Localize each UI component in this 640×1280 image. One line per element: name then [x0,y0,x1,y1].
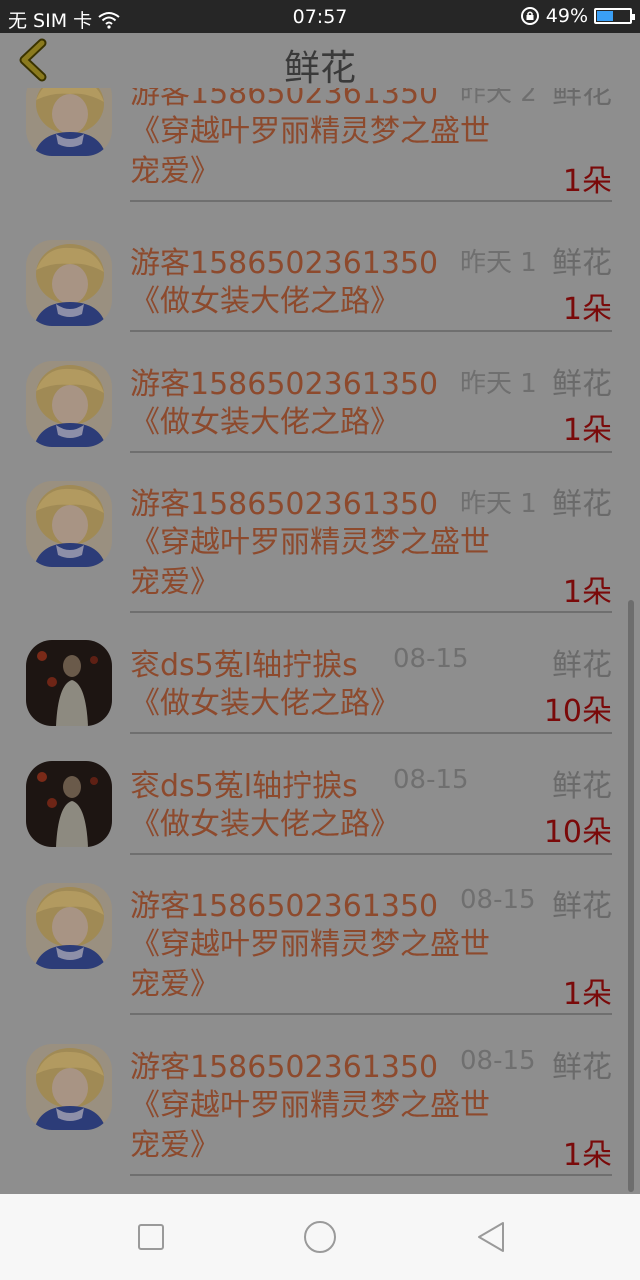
timestamp: 08-15 [393,644,469,674]
rotation-lock-icon [520,7,539,25]
gift-type: 鲜花 [552,246,612,281]
user-name: 游客1586502361350 [130,889,439,924]
divider [130,732,612,734]
divider [130,451,612,453]
flower-count: 10朵 [543,815,612,850]
triangle-back-icon[interactable] [469,1214,515,1260]
user-name: 衮ds5菟l轴拧捩s [130,648,358,683]
flower-count: 1朵 [562,977,612,1012]
divider [130,1174,612,1176]
user-name: 游客1586502361350 [130,487,439,522]
gift-type: 鲜花 [552,88,612,111]
book-title[interactable]: 《穿越叶罗丽精灵梦之盛世 宠爱》 [130,112,550,192]
book-title[interactable]: 《做女装大佬之路》 [130,403,550,443]
book-title[interactable]: 《穿越叶罗丽精灵梦之盛世 宠爱》 [130,523,550,603]
timestamp: 昨天 1 [460,369,537,399]
divider [130,1013,612,1015]
gift-type: 鲜花 [552,367,612,402]
timestamp: 08-15 [460,885,536,915]
flower-count: 1朵 [562,575,612,610]
flower-count: 1朵 [562,292,612,327]
gift-type: 鲜花 [552,889,612,924]
status-bar: 无 SIM 卡 07:57 49% [0,0,640,33]
book-title[interactable]: 《穿越叶罗丽精灵梦之盛世 宠爱》 [130,1086,550,1166]
avatar[interactable] [26,883,112,969]
user-name: 游客1586502361350 [130,367,439,402]
user-name: 衮ds5菟l轴拧捩s [130,769,358,804]
divider [130,853,612,855]
avatar[interactable] [26,88,112,156]
circle-icon[interactable] [297,1214,343,1260]
user-name: 游客1586502361350 [130,246,439,281]
timestamp: 08-15 [393,765,469,795]
user-name: 游客1586502361350 [130,88,439,111]
flower-count: 10朵 [543,694,612,729]
book-title[interactable]: 《做女装大佬之路》 [130,805,550,845]
flower-count: 1朵 [562,164,612,199]
book-title[interactable]: 《做女装大佬之路》 [130,282,550,322]
square-icon[interactable] [128,1214,174,1260]
scrollbar[interactable] [628,600,634,1192]
flower-list[interactable]: 游客1586502361350 昨天 2 鲜花 《穿越叶罗丽精灵梦之盛世 宠爱》 1朵游… [0,88,640,1194]
avatar[interactable] [26,1044,112,1130]
gift-type: 鲜花 [552,769,612,804]
avatar[interactable] [26,761,112,847]
system-nav-bar [0,1194,640,1280]
avatar[interactable] [26,481,112,567]
avatar[interactable] [26,361,112,447]
timestamp: 08-15 [460,1046,536,1076]
gift-type: 鲜花 [552,487,612,522]
user-name: 游客1586502361350 [130,1050,439,1085]
header: 鲜花 [0,33,640,89]
flower-count: 1朵 [562,1138,612,1173]
book-title[interactable]: 《做女装大佬之路》 [130,684,550,724]
flower-count: 1朵 [562,413,612,448]
battery-fill [597,11,613,21]
book-title[interactable]: 《穿越叶罗丽精灵梦之盛世 宠爱》 [130,925,550,1005]
page-title: 鲜花 [283,48,356,89]
divider [130,611,612,613]
battery-icon [594,8,635,24]
avatar[interactable] [26,640,112,726]
divider [130,200,612,202]
status-right: 49% [520,5,635,27]
battery-percent: 49% [545,5,588,27]
divider [130,330,612,332]
gift-type: 鲜花 [552,1050,612,1085]
timestamp: 昨天 1 [460,489,537,519]
timestamp: 昨天 1 [460,248,537,278]
gift-type: 鲜花 [552,648,612,683]
timestamp: 昨天 2 [460,88,537,108]
avatar[interactable] [26,240,112,326]
